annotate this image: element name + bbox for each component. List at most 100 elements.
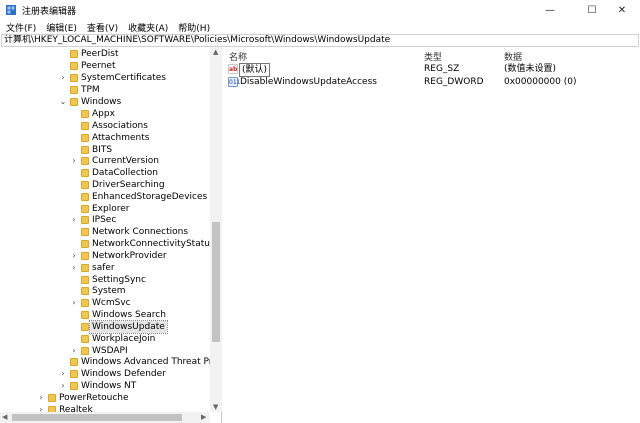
folder-icon xyxy=(70,62,78,70)
value-type: REG_SZ xyxy=(424,64,460,74)
folder-icon xyxy=(81,205,89,213)
chevron-down-icon[interactable]: ⌄ xyxy=(59,96,67,108)
tree-item-label: NetworkConnectivityStatusInd xyxy=(92,239,222,249)
chevron-right-icon[interactable]: › xyxy=(70,345,78,357)
chevron-right-icon[interactable]: › xyxy=(59,368,67,380)
chevron-right-icon[interactable]: › xyxy=(70,297,78,309)
column-header-data[interactable]: 数据 xyxy=(504,50,522,63)
folder-icon xyxy=(81,122,89,130)
tree-item-label: TPM xyxy=(81,85,100,95)
folder-icon xyxy=(81,146,89,154)
key-tree: PeerDist Peernet › SystemCertificates TP… xyxy=(0,47,222,423)
tree-item-label: NetworkProvider xyxy=(92,251,167,261)
binary-value-icon: 011 xyxy=(228,77,241,87)
scrollbar-thumb[interactable] xyxy=(12,414,182,421)
folder-icon xyxy=(81,287,89,295)
tree-item-label: Network Connections xyxy=(92,227,189,237)
tree-item-label: SystemCertificates xyxy=(81,73,166,83)
tree-item-label: Windows Advanced Threat Prote xyxy=(81,357,222,367)
tree-item-label: Attachments xyxy=(92,133,150,143)
folder-icon xyxy=(81,311,89,319)
tree-item-label: safer xyxy=(92,263,115,273)
tree-item-label: Peernet xyxy=(81,61,116,71)
folder-icon xyxy=(81,264,89,272)
folder-icon xyxy=(70,370,78,378)
folder-icon xyxy=(81,299,89,307)
folder-icon xyxy=(81,134,89,142)
folder-icon xyxy=(70,98,78,106)
chevron-right-icon[interactable]: › xyxy=(59,72,67,84)
tree-item-label: CurrentVersion xyxy=(92,156,159,166)
folder-icon xyxy=(81,347,89,355)
tree-item-label: Windows xyxy=(81,97,122,107)
tree-vertical-scrollbar[interactable]: ▲ ▼ xyxy=(210,47,222,412)
tree-item-label: PeerDist xyxy=(81,49,119,59)
chevron-right-icon[interactable]: › xyxy=(70,214,78,226)
tree-horizontal-scrollbar[interactable]: ◀ ▶ xyxy=(0,412,210,423)
close-button[interactable]: ✕ xyxy=(602,0,640,20)
folder-icon xyxy=(81,157,89,165)
string-value-icon: ab xyxy=(228,64,238,74)
chevron-right-icon[interactable]: › xyxy=(70,262,78,274)
folder-icon xyxy=(70,74,78,82)
address-bar[interactable]: 计算机\HKEY_LOCAL_MACHINE\SOFTWARE\Policies… xyxy=(1,34,639,47)
tree-item-label: System xyxy=(92,286,126,296)
folder-icon xyxy=(81,169,89,177)
scroll-left-icon[interactable]: ◀ xyxy=(2,413,7,421)
folder-icon xyxy=(70,50,78,58)
tree-item-label: DriverSearching xyxy=(92,180,165,190)
column-header-name[interactable]: 名称 xyxy=(229,50,247,63)
folder-icon xyxy=(70,86,78,94)
menu-file[interactable]: 文件(F) xyxy=(3,21,39,34)
tree-item-label: Windows Defender xyxy=(81,369,166,379)
folder-icon xyxy=(81,228,89,236)
folder-icon xyxy=(81,110,89,118)
value-data: (数值未设置) xyxy=(504,64,557,74)
title-bar: 注册表编辑器 — ☐ ✕ xyxy=(0,0,640,20)
tree-item-label: Appx xyxy=(92,109,115,119)
column-header-type[interactable]: 类型 xyxy=(424,50,442,63)
scroll-right-icon[interactable]: ▶ xyxy=(201,413,206,421)
scroll-up-icon[interactable]: ▲ xyxy=(213,48,218,56)
folder-icon xyxy=(81,276,89,284)
chevron-right-icon[interactable]: › xyxy=(70,250,78,262)
value-row[interactable]: ab (默认) REG_SZ (数值未设置) xyxy=(223,63,640,77)
tree-item-label: DataCollection xyxy=(92,168,159,178)
tree-item-label: PowerRetouche xyxy=(59,393,129,403)
folder-icon xyxy=(81,193,89,201)
folder-icon xyxy=(81,216,89,224)
value-data: 0x00000000 (0) xyxy=(504,77,577,87)
chevron-right-icon[interactable]: › xyxy=(37,392,45,404)
tree-item-label: Windows NT xyxy=(81,381,137,391)
menu-view[interactable]: 查看(V) xyxy=(84,21,121,34)
chevron-right-icon[interactable]: › xyxy=(70,155,78,167)
folder-icon xyxy=(48,394,56,402)
folder-icon xyxy=(70,358,78,366)
folder-icon xyxy=(81,240,89,248)
tree-item-label: Windows Search xyxy=(92,310,166,320)
tree-item-label-selected: WindowsUpdate xyxy=(89,320,168,334)
value-name: (默认) xyxy=(239,63,271,77)
menu-bar: 文件(F) 编辑(E) 查看(V) 收藏夹(A) 帮助(H) xyxy=(0,20,640,34)
menu-edit[interactable]: 编辑(E) xyxy=(43,21,80,34)
scrollbar-thumb[interactable] xyxy=(212,222,220,342)
tree-item-label: WcmSvc xyxy=(92,298,131,308)
value-row[interactable]: 011 DisableWindowsUpdateAccess REG_DWORD… xyxy=(223,76,640,88)
tree-item-label: Associations xyxy=(92,121,148,131)
value-name: DisableWindowsUpdateAccess xyxy=(240,77,377,87)
value-type: REG_DWORD xyxy=(424,77,484,87)
minimize-button[interactable]: — xyxy=(530,0,570,20)
tree-item-label: IPSec xyxy=(92,215,117,225)
folder-icon xyxy=(81,323,89,331)
tree-item-label: EnhancedStorageDevices xyxy=(92,192,208,202)
menu-help[interactable]: 帮助(H) xyxy=(175,21,213,34)
tree-item-label: WorkplaceJoin xyxy=(92,334,156,344)
registry-editor-icon xyxy=(6,5,16,15)
scroll-down-icon[interactable]: ▼ xyxy=(213,403,218,411)
folder-icon xyxy=(81,335,89,343)
window-title: 注册表编辑器 xyxy=(22,7,77,17)
menu-favorites[interactable]: 收藏夹(A) xyxy=(125,21,171,34)
values-list: 名称 类型 数据 ab (默认) REG_SZ (数值未设置) 011 Disa… xyxy=(223,47,640,423)
folder-icon xyxy=(81,252,89,260)
chevron-right-icon[interactable]: › xyxy=(59,380,67,392)
